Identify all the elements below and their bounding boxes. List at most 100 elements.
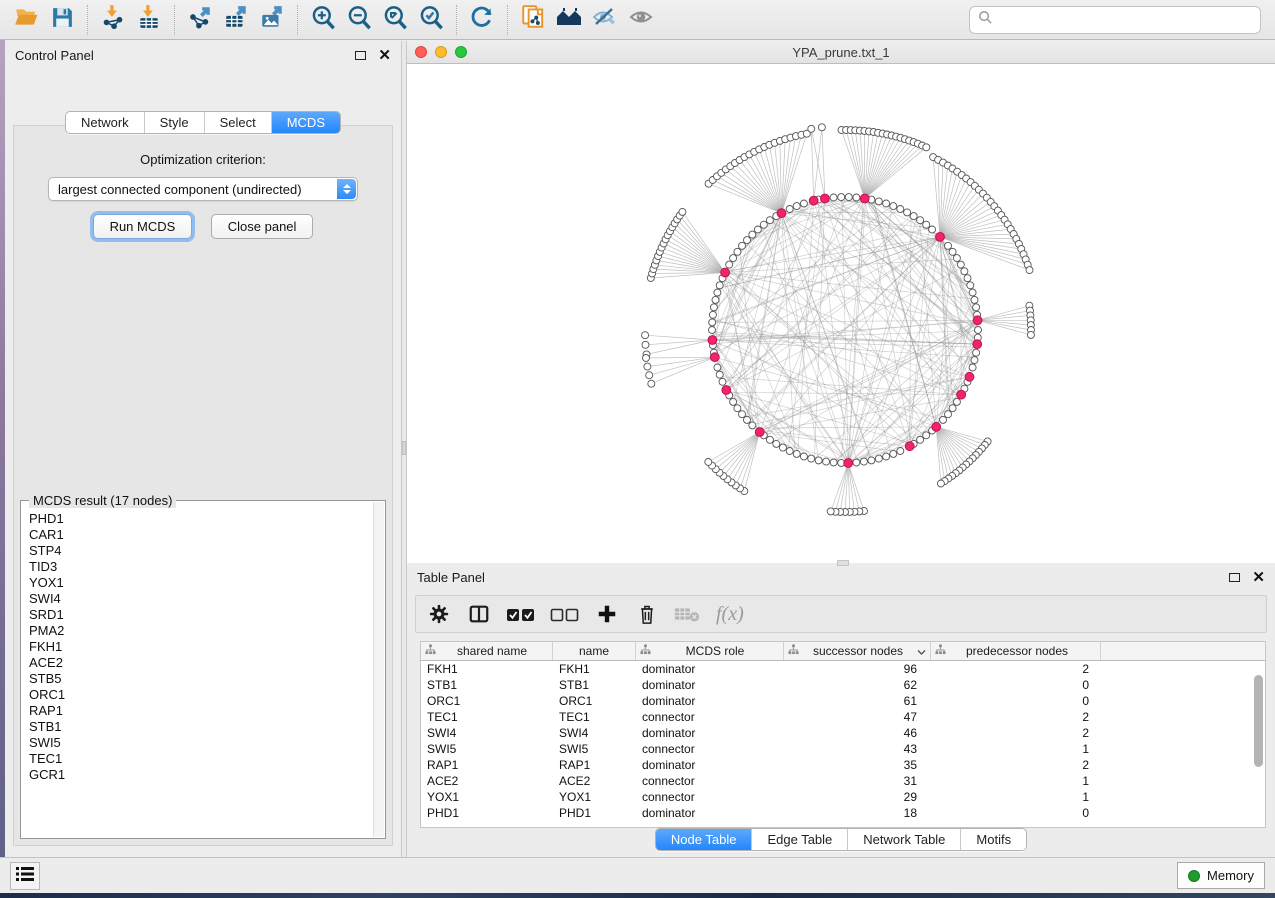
list-item[interactable]: RAP1 [23,703,373,719]
table-cell[interactable]: 35 [784,758,931,772]
column-header-mcds-role[interactable]: MCDS role [636,642,784,660]
refresh-button[interactable] [464,3,500,37]
tab-motifs[interactable]: Motifs [960,829,1026,850]
delete-table-button[interactable] [674,599,700,629]
select-all-button[interactable] [506,599,536,629]
tab-edge-table[interactable]: Edge Table [751,829,847,850]
first-neighbors-button[interactable] [551,3,587,37]
run-mcds-button[interactable]: Run MCDS [93,214,193,239]
table-scrollbar[interactable] [1254,663,1263,825]
deselect-all-button[interactable] [550,599,580,629]
list-item[interactable]: STB1 [23,719,373,735]
export-image-button[interactable] [254,3,290,37]
list-item[interactable]: PMA2 [23,623,373,639]
zoom-selected-button[interactable] [413,3,449,37]
table-cell[interactable]: 47 [784,710,931,724]
table-cell[interactable]: 2 [931,662,1101,676]
table-cell[interactable]: SWI4 [553,726,636,740]
list-item[interactable]: SRD1 [23,607,373,623]
table-row[interactable]: FKH1FKH1dominator962 [421,661,1265,677]
zoom-in-button[interactable] [305,3,341,37]
table-row[interactable]: TEC1TEC1connector472 [421,709,1265,725]
export-network-button[interactable] [182,3,218,37]
list-item[interactable]: GCR1 [23,767,373,783]
table-settings-button[interactable] [426,599,452,629]
table-cell[interactable]: 0 [931,678,1101,692]
table-cell[interactable]: dominator [636,806,784,820]
table-cell[interactable]: 62 [784,678,931,692]
table-cell[interactable]: FKH1 [553,662,636,676]
table-cell[interactable]: 46 [784,726,931,740]
zoom-fit-button[interactable] [377,3,413,37]
mcds-list-scrollbar[interactable] [373,502,384,837]
table-cell[interactable]: STB1 [421,678,553,692]
table-row[interactable]: PHD1PHD1dominator180 [421,805,1265,821]
table-cell[interactable]: ORC1 [553,694,636,708]
table-cell[interactable]: ACE2 [421,774,553,788]
network-window-titlebar[interactable]: YPA_prune.txt_1 [407,41,1275,64]
create-column-button[interactable] [594,599,620,629]
column-header-name[interactable]: name [553,642,636,660]
table-cell[interactable]: YOX1 [553,790,636,804]
tab-mcds[interactable]: MCDS [271,112,340,133]
list-item[interactable]: STP4 [23,543,373,559]
list-item[interactable]: SWI5 [23,735,373,751]
horizontal-splitter-grip[interactable] [837,560,849,566]
list-item[interactable]: TID3 [23,559,373,575]
list-item[interactable]: SWI4 [23,591,373,607]
close-panel-icon[interactable]: ✕ [1252,570,1265,585]
table-cell[interactable]: 29 [784,790,931,804]
table-cell[interactable]: PHD1 [553,806,636,820]
list-item[interactable]: PHD1 [23,511,373,527]
table-cell[interactable]: 2 [931,710,1101,724]
open-file-button[interactable] [8,3,44,37]
table-cell[interactable]: RAP1 [421,758,553,772]
close-panel-icon[interactable]: ✕ [378,48,391,63]
delete-column-button[interactable] [634,599,660,629]
table-cell[interactable]: 1 [931,790,1101,804]
network-graph[interactable] [407,64,1275,563]
show-columns-button[interactable] [466,599,492,629]
table-cell[interactable]: dominator [636,662,784,676]
table-cell[interactable]: 0 [931,694,1101,708]
float-panel-icon[interactable] [1229,573,1240,582]
table-row[interactable]: SWI4SWI4dominator462 [421,725,1265,741]
table-cell[interactable]: 2 [931,758,1101,772]
column-header-predecessor-nodes[interactable]: predecessor nodes [931,642,1101,660]
tab-node-table[interactable]: Node Table [656,829,752,850]
table-cell[interactable]: SWI5 [553,742,636,756]
save-session-button[interactable] [44,3,80,37]
table-cell[interactable]: 1 [931,742,1101,756]
tab-style[interactable]: Style [144,112,204,133]
search-input[interactable] [999,11,1252,28]
hide-annotations-button[interactable] [587,3,623,37]
table-cell[interactable]: connector [636,710,784,724]
table-cell[interactable]: 61 [784,694,931,708]
splitter-grip[interactable] [402,441,406,455]
column-header-successor-nodes[interactable]: successor nodes [784,642,931,660]
list-item[interactable]: ORC1 [23,687,373,703]
table-cell[interactable]: connector [636,742,784,756]
table-cell[interactable]: TEC1 [553,710,636,724]
table-cell[interactable]: ORC1 [421,694,553,708]
tab-network[interactable]: Network [66,112,144,133]
table-row[interactable]: RAP1RAP1dominator352 [421,757,1265,773]
table-cell[interactable]: dominator [636,726,784,740]
table-row[interactable]: YOX1YOX1connector291 [421,789,1265,805]
table-cell[interactable]: ACE2 [553,774,636,788]
table-row[interactable]: ORC1ORC1dominator610 [421,693,1265,709]
table-row[interactable]: SWI5SWI5connector431 [421,741,1265,757]
criterion-select[interactable]: largest connected component (undirected) [48,177,358,201]
clone-network-button[interactable] [515,3,551,37]
table-cell[interactable]: 1 [931,774,1101,788]
list-item[interactable]: TEC1 [23,751,373,767]
table-cell[interactable]: TEC1 [421,710,553,724]
table-cell[interactable]: SWI5 [421,742,553,756]
table-cell[interactable]: RAP1 [553,758,636,772]
list-item[interactable]: STB5 [23,671,373,687]
table-row[interactable]: STB1STB1dominator620 [421,677,1265,693]
list-item[interactable]: CAR1 [23,527,373,543]
table-cell[interactable]: 31 [784,774,931,788]
network-canvas[interactable] [407,64,1275,563]
table-cell[interactable]: dominator [636,678,784,692]
